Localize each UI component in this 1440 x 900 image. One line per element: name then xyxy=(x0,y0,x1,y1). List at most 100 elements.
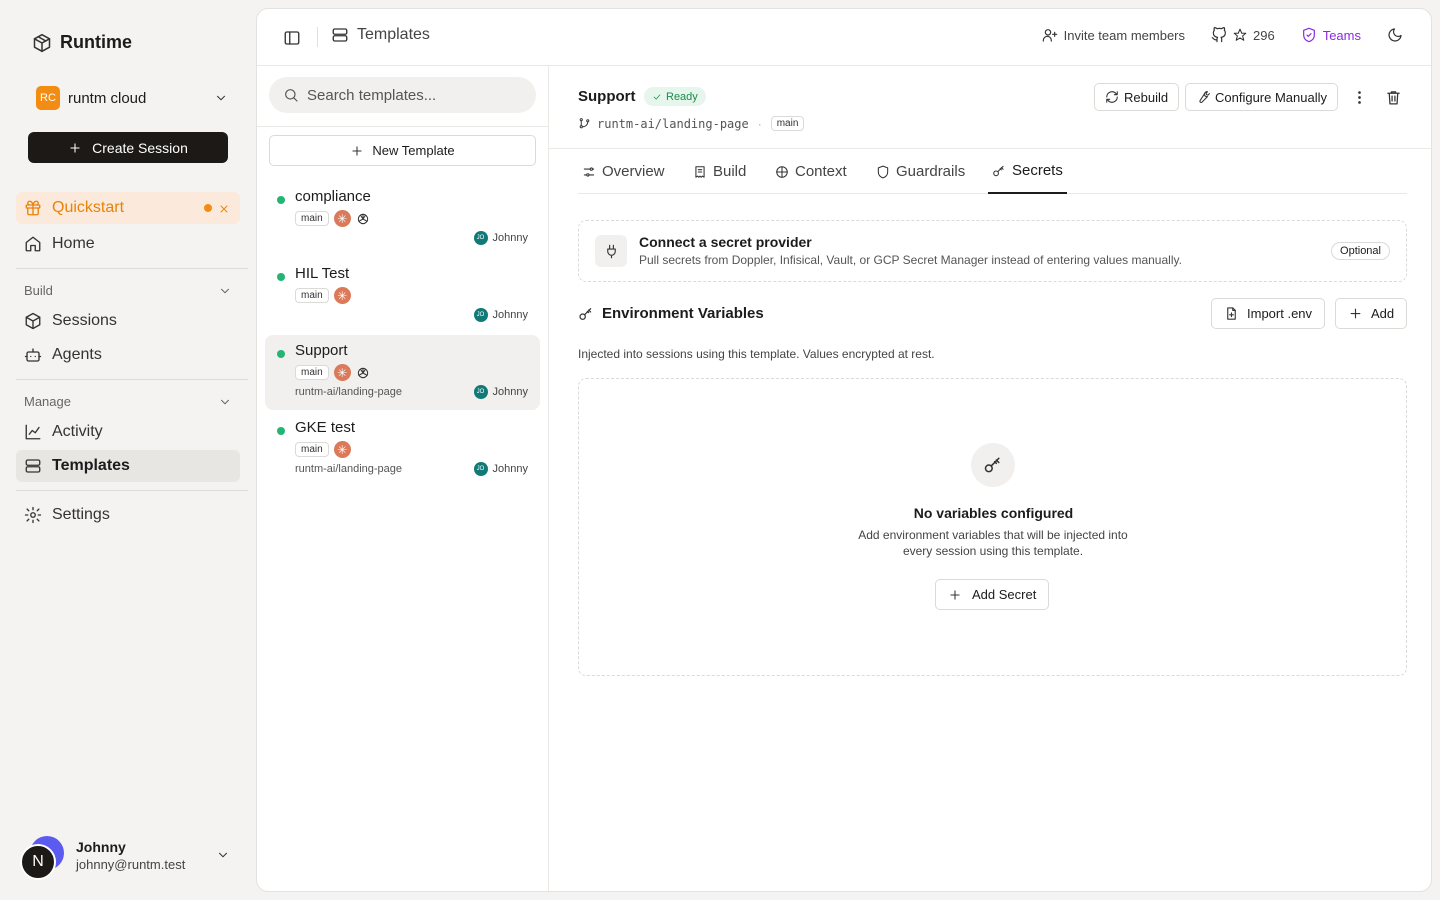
search-box[interactable] xyxy=(269,77,536,113)
claude-icon: ✳ xyxy=(333,287,351,304)
plus-icon xyxy=(70,142,80,153)
tab-label: Secrets xyxy=(1012,162,1063,179)
template-tags: main ✳ xyxy=(295,441,351,458)
brand-logo[interactable]: Runtime xyxy=(32,32,132,53)
sidebar-divider xyxy=(16,268,248,269)
key-icon xyxy=(579,307,592,320)
status-dot xyxy=(277,427,285,435)
claude-icon: ✳ xyxy=(333,441,351,458)
org-switcher[interactable]: RC runtm cloud xyxy=(36,85,228,111)
server-icon xyxy=(332,28,348,42)
cube-icon xyxy=(33,33,51,52)
divider xyxy=(257,126,549,127)
new-template-button[interactable]: New Template xyxy=(269,135,536,166)
gear-icon xyxy=(24,506,42,524)
sidebar-item-sessions[interactable]: Sessions xyxy=(16,305,240,337)
refresh-icon xyxy=(1106,91,1118,103)
create-session-button[interactable]: Create Session xyxy=(28,132,228,163)
delete-template-button[interactable] xyxy=(1382,86,1404,108)
section-build[interactable]: Build xyxy=(24,283,232,298)
chevron-down-icon xyxy=(216,95,226,101)
template-repo: runtm-ai/landing-page xyxy=(295,386,403,398)
template-tags: main ✳ xyxy=(295,287,351,304)
user-menu[interactable]: N Johnny johnny@runtm.test xyxy=(20,836,230,882)
add-label: Add xyxy=(1371,306,1395,321)
env-section-title: Environment Variables xyxy=(578,305,764,322)
chevron-down-icon xyxy=(220,399,230,404)
sidebar-item-templates[interactable]: Templates xyxy=(16,450,240,482)
status-text: Ready xyxy=(666,90,698,103)
avatar: N xyxy=(20,844,56,880)
github-stars-link[interactable]: 296 xyxy=(1211,27,1275,43)
sidebar: Runtime RC runtm cloud Create Session Qu… xyxy=(0,0,256,900)
plus-icon xyxy=(352,145,363,156)
owner-avatar: JO xyxy=(473,231,488,245)
topbar-actions: Invite team members 296 Teams xyxy=(1016,27,1403,43)
separator: · xyxy=(757,116,762,131)
invite-team-button[interactable]: Invite team members xyxy=(1042,27,1185,43)
sidebar-item-label: Quickstart xyxy=(52,199,125,216)
search-input[interactable] xyxy=(307,86,527,104)
template-title: Support xyxy=(578,88,636,105)
stars-count: 296 xyxy=(1253,27,1275,43)
toggle-sidebar-button[interactable] xyxy=(283,29,301,47)
tab-label: Guardrails xyxy=(896,163,966,180)
template-owner: JO Johnny xyxy=(473,308,528,322)
more-options-button[interactable] xyxy=(1348,86,1370,108)
wrench-icon xyxy=(1199,91,1210,103)
empty-subtitle: Add environment variables that will be i… xyxy=(858,528,1128,558)
template-item[interactable]: compliance main ✳ JO Johnny xyxy=(265,181,540,256)
section-manage[interactable]: Manage xyxy=(24,394,232,409)
branch-badge: main xyxy=(295,442,329,457)
template-tags: main ✳ xyxy=(295,364,370,381)
sidebar-item-quickstart[interactable]: Quickstart xyxy=(16,192,240,224)
template-item[interactable]: Support main ✳ runtm-ai/landing-page JO … xyxy=(265,335,540,410)
teams-link[interactable]: Teams xyxy=(1301,27,1361,43)
template-owner: JO Johnny xyxy=(473,231,528,245)
optional-badge: Optional xyxy=(1331,242,1390,260)
add-variable-button[interactable]: Add xyxy=(1335,298,1408,329)
tab-label: Overview xyxy=(602,163,665,180)
atom-icon xyxy=(776,165,788,178)
sidebar-item-settings[interactable]: Settings xyxy=(16,499,240,531)
rebuild-button[interactable]: Rebuild xyxy=(1094,83,1180,111)
key-icon xyxy=(984,457,1000,473)
sidebar-item-activity[interactable]: Activity xyxy=(16,416,240,448)
claude-icon: ✳ xyxy=(333,210,351,227)
secret-provider-card[interactable]: Connect a secret provider Pull secrets f… xyxy=(578,220,1407,282)
moon-icon xyxy=(1388,28,1402,42)
template-tags: main ✳ xyxy=(295,210,370,227)
repo-name[interactable]: runtm-ai/landing-page xyxy=(597,117,749,131)
owner-name: Johnny xyxy=(492,232,528,244)
template-detail-panel: Support Ready runtm-ai/landing-page · ma… xyxy=(549,66,1431,891)
template-item[interactable]: HIL Test main ✳ JO Johnny xyxy=(265,258,540,333)
section-label: Build xyxy=(24,283,53,298)
import-env-button[interactable]: Import .env xyxy=(1211,298,1326,329)
theme-toggle-button[interactable] xyxy=(1387,27,1403,43)
brand-name: Runtime xyxy=(60,32,132,52)
section-label: Manage xyxy=(24,394,71,409)
new-template-label: New Template xyxy=(372,143,455,158)
add-secret-label: Add Secret xyxy=(972,587,1037,602)
sidebar-item-home[interactable]: Home xyxy=(16,228,240,260)
provider-title: Connect a secret provider xyxy=(639,234,812,250)
key-icon-wrap xyxy=(971,443,1015,487)
tab-overview[interactable]: Overview xyxy=(582,149,665,194)
notification-dot xyxy=(204,204,212,212)
configure-manually-button[interactable]: Configure Manually xyxy=(1185,83,1339,111)
shield-check-icon xyxy=(1302,27,1315,43)
tab-context[interactable]: Context xyxy=(775,149,847,194)
plus-icon xyxy=(950,589,960,600)
sidebar-item-label: Sessions xyxy=(52,312,117,329)
user-menu-chevron[interactable] xyxy=(216,848,230,862)
tab-build[interactable]: Build xyxy=(693,149,746,194)
template-item[interactable]: GKE test main ✳ runtm-ai/landing-page JO… xyxy=(265,412,540,487)
teams-label: Teams xyxy=(1322,27,1361,43)
template-name: Support xyxy=(295,342,348,359)
owner-avatar: JO xyxy=(473,462,488,476)
dismiss-quickstart-button[interactable] xyxy=(218,202,230,214)
sidebar-item-agents[interactable]: Agents xyxy=(16,339,240,371)
tab-guardrails[interactable]: Guardrails xyxy=(876,149,965,194)
tab-secrets[interactable]: Secrets xyxy=(988,149,1067,194)
add-secret-button[interactable]: Add Secret xyxy=(935,579,1050,610)
